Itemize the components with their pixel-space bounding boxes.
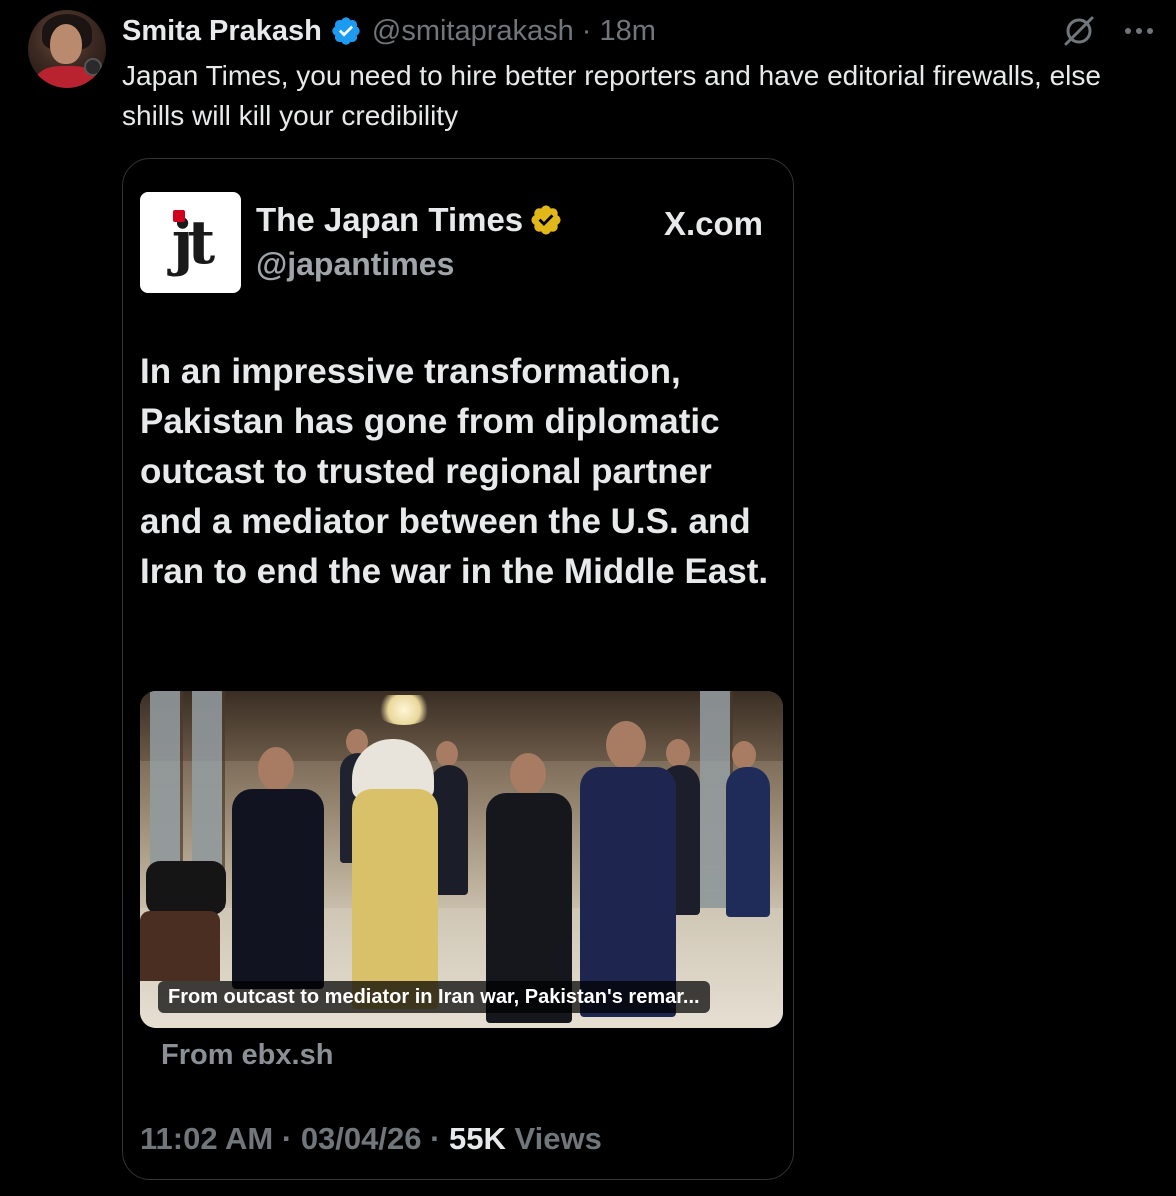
japan-times-logo[interactable]: jt [140,192,241,293]
tweet-actions-top [1062,14,1154,48]
photo-bags [146,861,226,915]
quoted-tweet-text: In an impressive transformation, Pakista… [140,352,769,591]
link-card-image[interactable]: From outcast to mediator in Iran war, Pa… [140,691,783,1028]
meta-separator-dot: · [430,1121,450,1156]
link-source[interactable]: From ebx.sh [161,1039,333,1072]
separator-dot: · [581,14,592,47]
avatar-microphone [84,58,102,76]
quoted-author-row: The Japan Times [256,201,563,239]
grok-icon[interactable] [1062,14,1096,48]
verified-badge-icon[interactable] [330,15,362,47]
gold-verified-badge-icon[interactable] [529,203,563,237]
views-count: 55K [449,1121,506,1156]
quoted-author-handle[interactable]: @japantimes [256,246,454,283]
jt-logo-red-dot [173,210,185,222]
views-label: Views [514,1121,602,1156]
tweet-text: Japan Times, you need to hire better rep… [122,60,1101,131]
author-handle[interactable]: @smitaprakash [372,15,574,48]
link-card-caption[interactable]: From outcast to mediator in Iran war, Pa… [158,981,710,1013]
author-name[interactable]: Smita Prakash [122,15,322,48]
timestamp[interactable]: 18m [599,15,655,48]
post-time: 11:02 AM [140,1121,274,1156]
quoted-author-name[interactable]: The Japan Times [256,201,523,239]
post-date: 03/04/26 [300,1121,422,1156]
photo-chandelier [376,695,432,725]
site-label: X.com [663,205,763,242]
photo-sofa [140,911,220,981]
avatar-face [50,24,82,64]
author-avatar[interactable] [28,10,106,88]
quoted-tweet-meta: 11:02 AM · 03/04/26 · 55K Views [140,1121,602,1157]
tweet-header: Smita Prakash @smitaprakash · 18m [122,12,656,50]
meta-separator-dot: · [281,1121,301,1156]
quoted-tweet-card[interactable]: jt The Japan Times @japantimes X.com In … [122,158,794,1180]
more-icon[interactable] [1124,26,1154,36]
